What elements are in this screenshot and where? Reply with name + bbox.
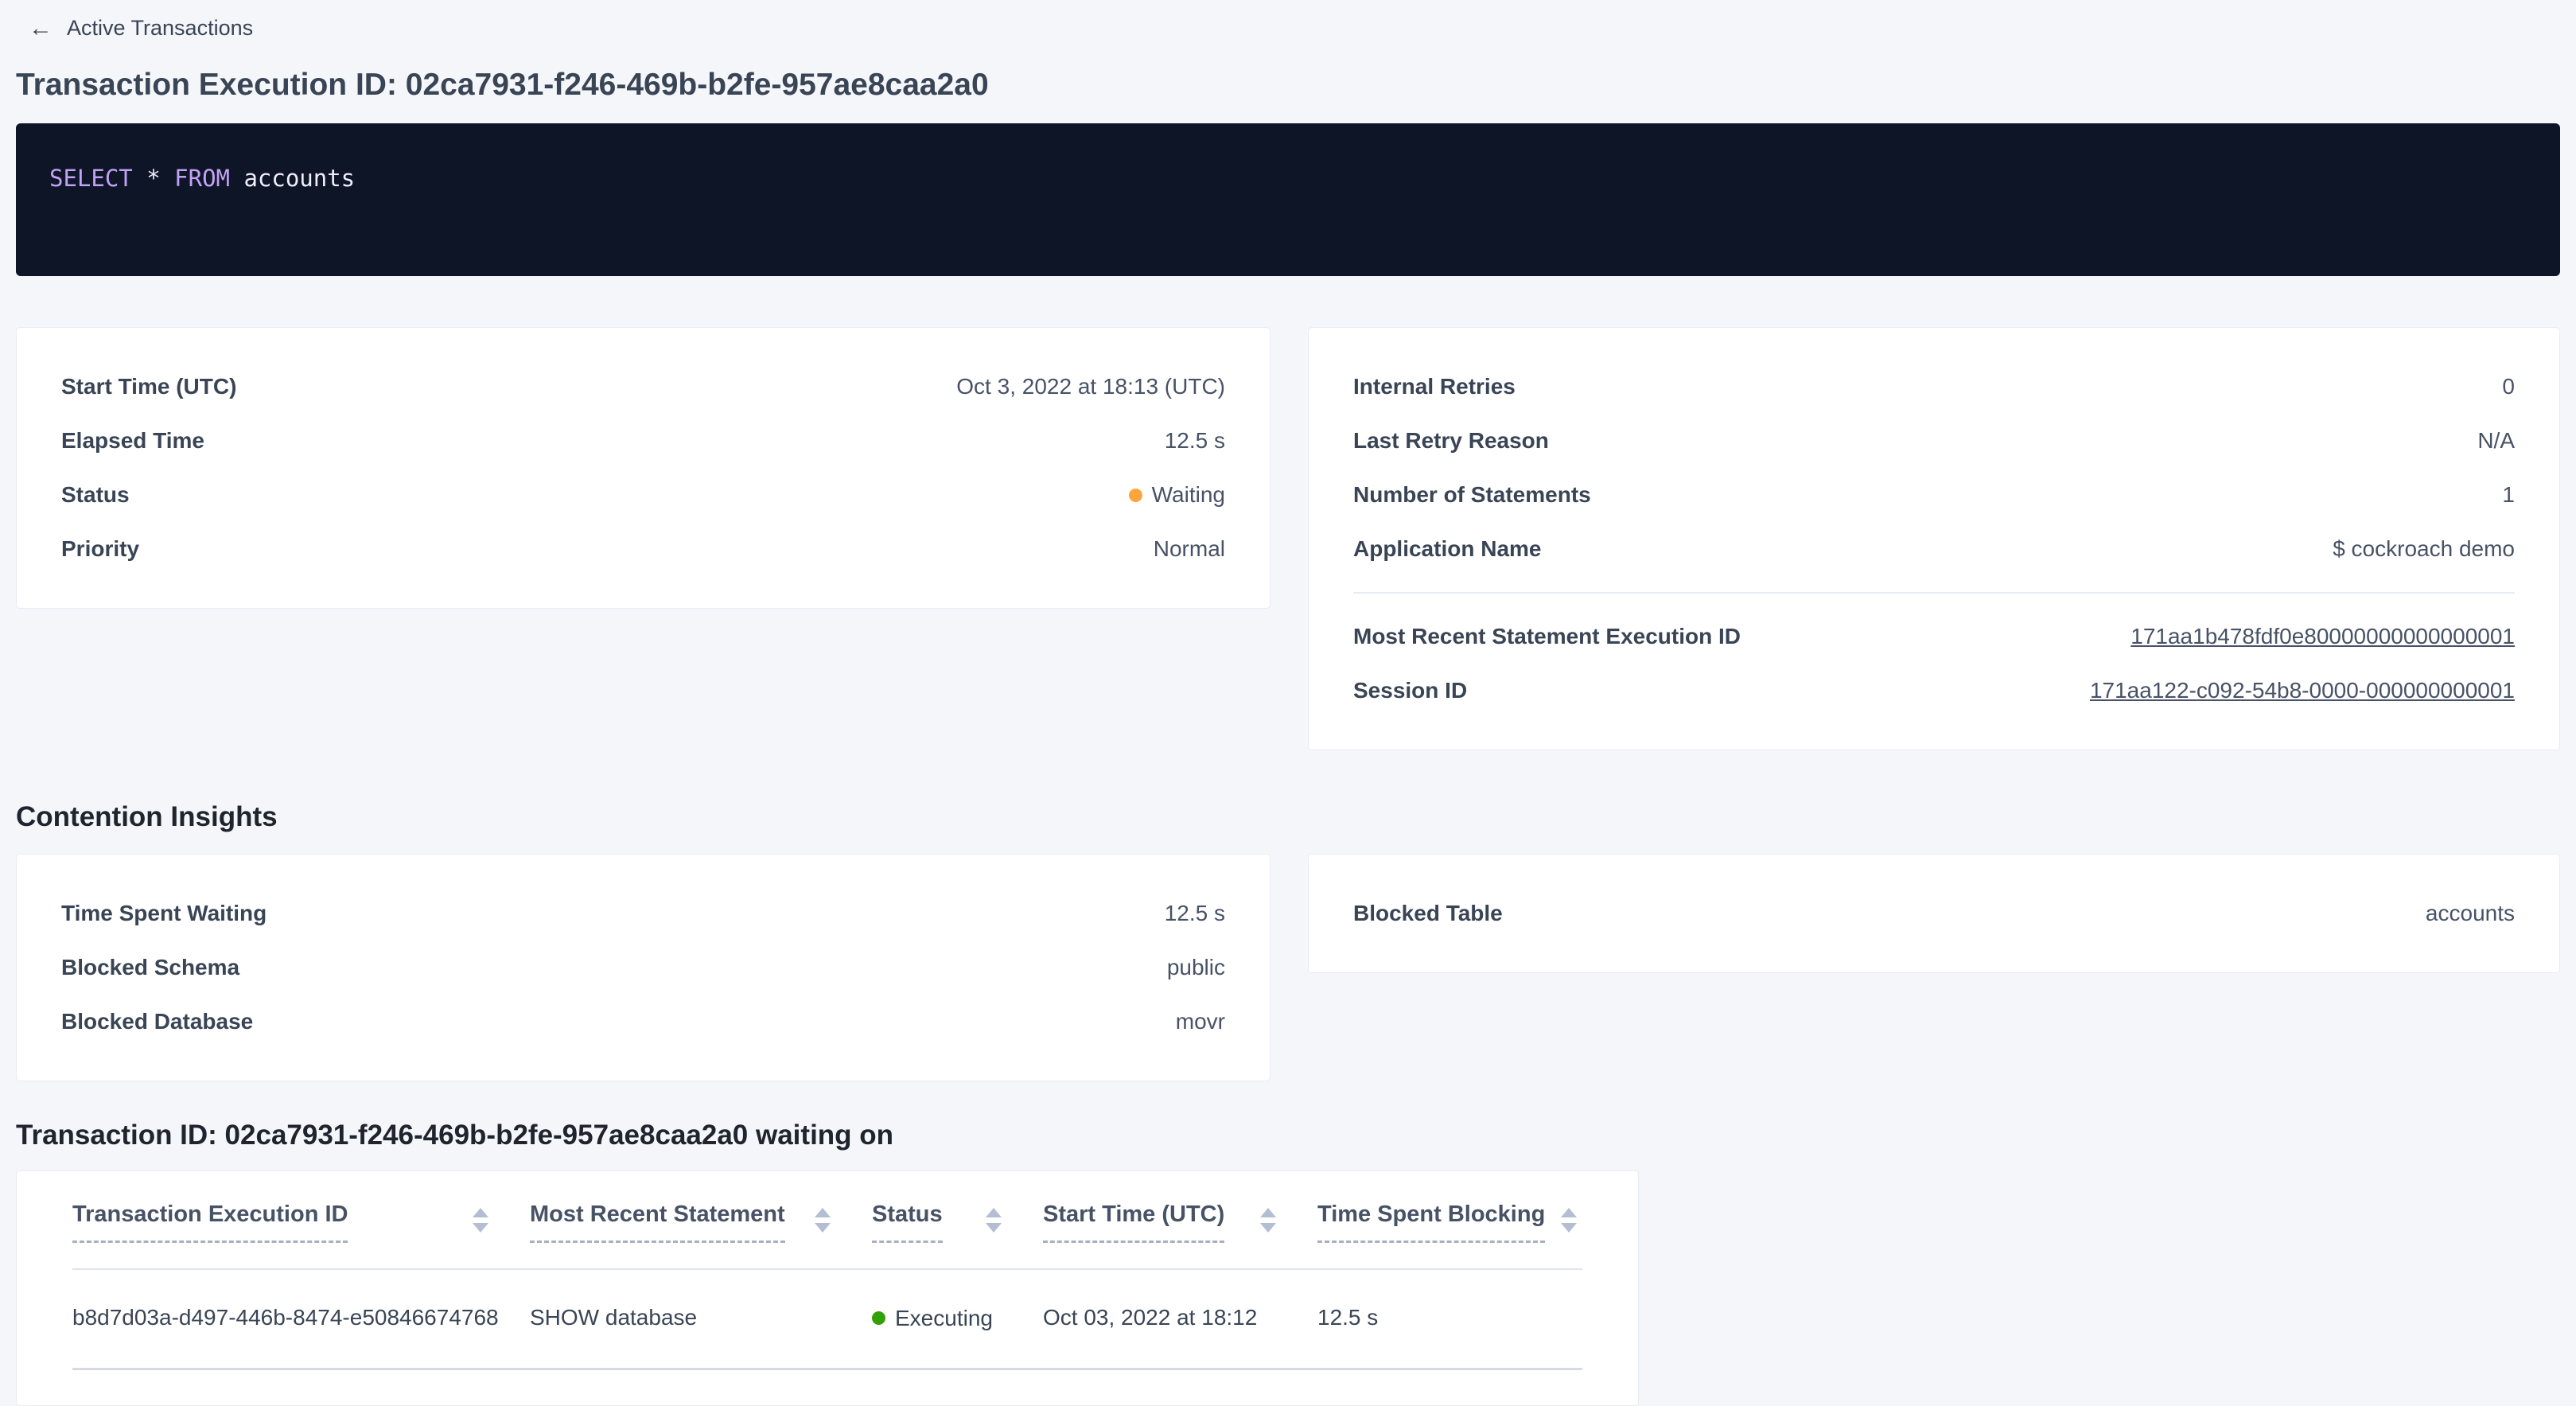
priority-label: Priority — [61, 536, 139, 562]
start-time-value: Oct 3, 2022 at 18:13 (UTC) — [956, 374, 1225, 399]
status-label: Status — [61, 482, 130, 508]
statement-execution-id-link[interactable]: 171aa1b478fdf0e80000000000000001 — [2130, 624, 2515, 649]
blocked-schema-value: public — [1167, 955, 1225, 980]
priority-value: Normal — [1154, 536, 1225, 562]
time-spent-waiting-label: Time Spent Waiting — [61, 901, 267, 926]
status-executing-text: Executing — [895, 1306, 993, 1331]
status-waiting-text: Waiting — [1152, 482, 1225, 508]
cell-time-spent-blocking: 12.5 s — [1317, 1305, 1582, 1330]
row-session-id: Session ID 171aa122-c092-54b8-0000-00000… — [1353, 664, 2515, 718]
column-label: Start Time (UTC) — [1043, 1202, 1224, 1243]
cell-most-recent-statement: SHOW database — [530, 1305, 872, 1330]
application-name-label: Application Name — [1353, 536, 1541, 562]
session-id-label: Session ID — [1353, 678, 1467, 703]
row-application-name: Application Name $ cockroach demo — [1353, 522, 2515, 576]
contention-right-card: Blocked Table accounts — [1308, 854, 2560, 973]
blocked-database-value: movr — [1176, 1009, 1225, 1034]
waiting-on-heading: Transaction ID: 02ca7931-f246-469b-b2fe-… — [16, 1120, 2560, 1151]
sort-icon — [1260, 1208, 1276, 1233]
sql-operator: * — [133, 165, 174, 192]
sql-identifier: accounts — [230, 165, 355, 192]
time-spent-waiting-value: 12.5 s — [1165, 901, 1225, 926]
cell-transaction-execution-id: b8d7d03a-d497-446b-8474-e50846674768 — [72, 1305, 530, 1330]
blocked-table-label: Blocked Table — [1353, 901, 1503, 926]
transaction-details-page: ← Active Transactions Transaction Execut… — [0, 0, 2576, 1406]
internal-retries-label: Internal Retries — [1353, 374, 1516, 399]
column-header-most-recent-statement[interactable]: Most Recent Statement — [530, 1202, 872, 1243]
sort-icon — [1561, 1208, 1577, 1233]
blocked-table-value: accounts — [2426, 901, 2515, 926]
number-of-statements-label: Number of Statements — [1353, 482, 1591, 508]
overview-right-card: Internal Retries 0 Last Retry Reason N/A… — [1308, 327, 2560, 750]
status-value: Waiting — [1129, 482, 1225, 508]
last-retry-reason-label: Last Retry Reason — [1353, 428, 1549, 454]
table-row-divider — [72, 1368, 1582, 1370]
row-last-retry-reason: Last Retry Reason N/A — [1353, 414, 2515, 468]
row-time-spent-waiting: Time Spent Waiting 12.5 s — [61, 886, 1225, 941]
contention-left-card: Time Spent Waiting 12.5 s Blocked Schema… — [16, 854, 1270, 1081]
column-header-time-spent-blocking[interactable]: Time Spent Blocking — [1317, 1202, 1582, 1243]
contention-cards-row: Time Spent Waiting 12.5 s Blocked Schema… — [16, 854, 2560, 1081]
waiting-table-header: Transaction Execution ID Most Recent Sta… — [72, 1202, 1582, 1243]
number-of-statements-value: 1 — [2502, 482, 2515, 508]
row-elapsed-time: Elapsed Time 12.5 s — [61, 414, 1225, 468]
column-header-status[interactable]: Status — [872, 1202, 1043, 1243]
session-id-link[interactable]: 171aa122-c092-54b8-0000-000000000001 — [2090, 678, 2515, 703]
back-link-label: Active Transactions — [67, 16, 253, 41]
row-statement-execution-id: Most Recent Statement Execution ID 171aa… — [1353, 610, 2515, 664]
column-header-transaction-execution-id[interactable]: Transaction Execution ID — [72, 1202, 530, 1243]
status-executing-dot-icon — [872, 1311, 885, 1325]
sql-keyword-from: FROM — [174, 165, 230, 192]
row-priority: Priority Normal — [61, 522, 1225, 576]
row-status: Status Waiting — [61, 468, 1225, 522]
start-time-label: Start Time (UTC) — [61, 374, 236, 399]
overview-cards-row: Start Time (UTC) Oct 3, 2022 at 18:13 (U… — [16, 327, 2560, 750]
internal-retries-value: 0 — [2502, 374, 2515, 399]
column-label: Most Recent Statement — [530, 1202, 785, 1243]
card-divider — [1353, 592, 2515, 594]
row-blocked-database: Blocked Database movr — [61, 995, 1225, 1049]
sort-icon — [986, 1208, 1002, 1233]
blocked-database-label: Blocked Database — [61, 1009, 253, 1034]
elapsed-time-label: Elapsed Time — [61, 428, 204, 454]
row-start-time: Start Time (UTC) Oct 3, 2022 at 18:13 (U… — [61, 360, 1225, 414]
column-header-start-time[interactable]: Start Time (UTC) — [1043, 1202, 1317, 1243]
table-row: b8d7d03a-d497-446b-8474-e50846674768 SHO… — [72, 1270, 1582, 1368]
back-to-active-transactions-link[interactable]: ← Active Transactions — [29, 16, 253, 41]
waiting-on-table-card: Transaction Execution ID Most Recent Sta… — [16, 1170, 1639, 1406]
column-label: Transaction Execution ID — [72, 1202, 348, 1243]
cell-start-time: Oct 03, 2022 at 18:12 — [1043, 1305, 1317, 1330]
page-title: Transaction Execution ID: 02ca7931-f246-… — [16, 68, 2560, 103]
sort-icon — [815, 1208, 831, 1233]
contention-insights-heading: Contention Insights — [16, 801, 2560, 833]
sql-keyword-select: SELECT — [49, 165, 133, 192]
blocked-schema-label: Blocked Schema — [61, 955, 239, 980]
column-label: Status — [872, 1202, 943, 1243]
overview-left-card: Start Time (UTC) Oct 3, 2022 at 18:13 (U… — [16, 327, 1270, 609]
back-arrow-icon: ← — [29, 17, 53, 41]
sql-statement-box: SELECT * FROM accounts — [16, 123, 2560, 276]
column-label: Time Spent Blocking — [1317, 1202, 1545, 1243]
application-name-value: $ cockroach demo — [2333, 536, 2515, 562]
row-number-of-statements: Number of Statements 1 — [1353, 468, 2515, 522]
statement-execution-id-label: Most Recent Statement Execution ID — [1353, 624, 1741, 649]
sort-icon — [473, 1208, 488, 1233]
row-blocked-schema: Blocked Schema public — [61, 941, 1225, 995]
row-internal-retries: Internal Retries 0 — [1353, 360, 2515, 414]
cell-status: Executing — [872, 1305, 1043, 1331]
row-blocked-table: Blocked Table accounts — [1353, 886, 2515, 941]
elapsed-time-value: 12.5 s — [1165, 428, 1225, 454]
status-waiting-dot-icon — [1129, 489, 1142, 502]
last-retry-reason-value: N/A — [2477, 428, 2515, 454]
